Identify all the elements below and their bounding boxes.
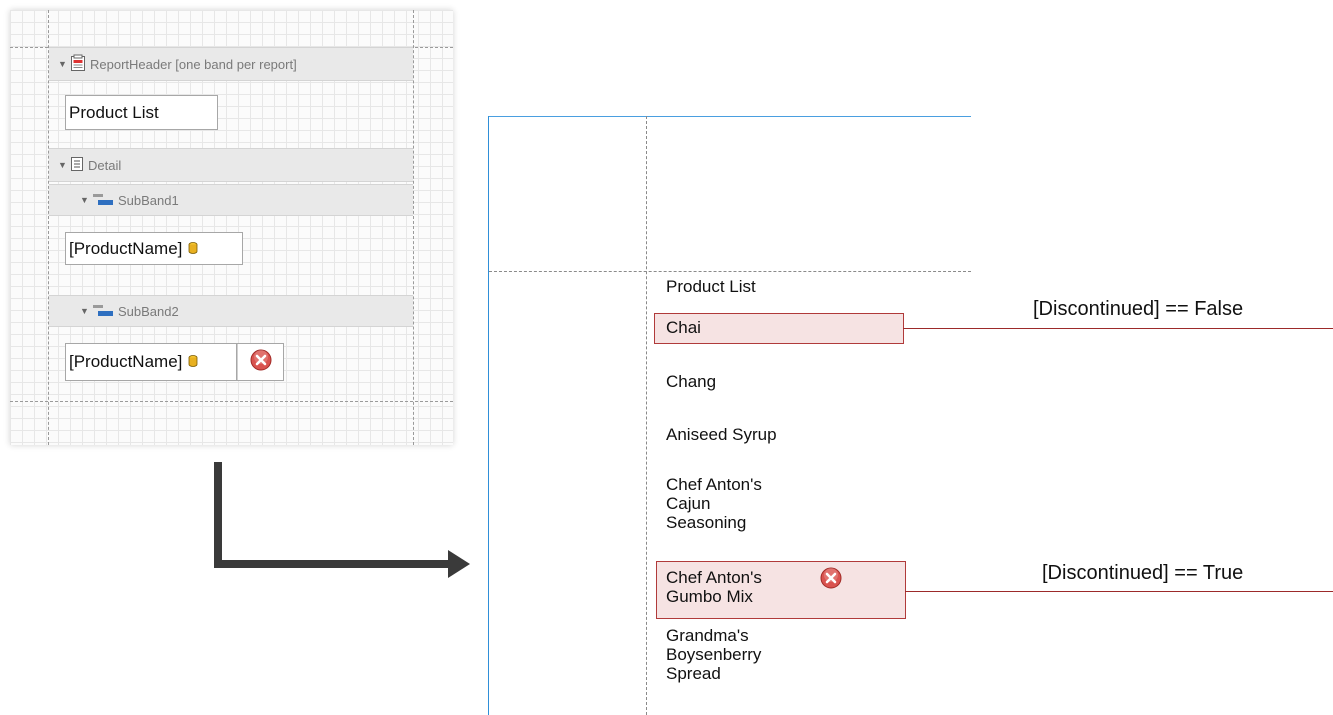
detail-band-label: Detail xyxy=(88,157,122,173)
triangle-down-icon[interactable]: ▼ xyxy=(58,59,70,69)
page-top-edge xyxy=(489,116,971,117)
triangle-down-icon[interactable]: ▼ xyxy=(80,306,92,316)
report-designer-surface: ▼ ReportHeader [one band per report] Pro… xyxy=(10,10,453,445)
report-header-band[interactable]: ▼ ReportHeader [one band per report] xyxy=(49,47,413,81)
subband2-band[interactable]: ▼ SubBand2 xyxy=(49,295,413,327)
triangle-down-icon[interactable]: ▼ xyxy=(80,195,92,205)
subband2-productname-field[interactable]: [ProductName] xyxy=(66,344,238,380)
bottom-margin-guide xyxy=(10,401,453,402)
subband1-label: SubBand1 xyxy=(118,192,179,208)
subband2-label: SubBand2 xyxy=(118,303,179,319)
discontinued-picture-control[interactable] xyxy=(237,344,283,380)
preview-top-margin-guide xyxy=(489,271,971,272)
preview-item: Chef Anton's Cajun Seasoning xyxy=(666,475,762,532)
title-label-control[interactable]: Product List xyxy=(65,95,218,130)
preview-item: Grandma's Boysenberry Spread xyxy=(666,626,762,683)
database-field-icon xyxy=(188,352,198,372)
triangle-down-icon[interactable]: ▼ xyxy=(58,160,70,170)
report-header-icon xyxy=(70,54,86,75)
flow-arrow-shaft-vertical xyxy=(214,462,222,568)
detail-band-icon xyxy=(70,156,84,175)
report-header-label: ReportHeader [one band per report] xyxy=(90,56,297,72)
subband1-field-text: [ProductName] xyxy=(69,238,183,258)
red-x-circle-icon xyxy=(820,567,842,594)
discontinued-true-label: [Discontinued] == True xyxy=(1042,562,1244,584)
subband2-field-text: [ProductName] xyxy=(69,352,183,371)
preview-item: Chang xyxy=(666,372,717,391)
subband1-productname-field[interactable]: [ProductName] xyxy=(65,232,243,265)
subband2-row-control[interactable]: [ProductName] xyxy=(65,343,284,381)
preview-title: Product List xyxy=(666,277,756,296)
preview-item: Chef Anton's Gumbo Mix xyxy=(666,568,762,606)
report-preview-page: Product List Chai Chang Aniseed Syrup Ch… xyxy=(488,116,971,715)
preview-item: Aniseed Syrup xyxy=(666,425,777,444)
discontinued-false-label: [Discontinued] == False xyxy=(1033,298,1244,320)
preview-left-margin-guide xyxy=(646,116,647,715)
preview-item: Chai xyxy=(666,318,701,337)
subband-icon xyxy=(92,303,114,320)
discontinued-true-connector xyxy=(905,591,1333,592)
detail-band[interactable]: ▼ Detail xyxy=(49,148,413,182)
discontinued-false-connector xyxy=(903,328,1333,329)
subband-icon xyxy=(92,192,114,209)
subband1-band[interactable]: ▼ SubBand1 xyxy=(49,184,413,216)
flow-arrow-head xyxy=(448,550,470,578)
right-margin-guide xyxy=(413,10,414,445)
database-field-icon xyxy=(188,239,198,259)
red-x-circle-icon xyxy=(250,349,272,376)
flow-arrow-shaft-horizontal xyxy=(214,560,450,568)
